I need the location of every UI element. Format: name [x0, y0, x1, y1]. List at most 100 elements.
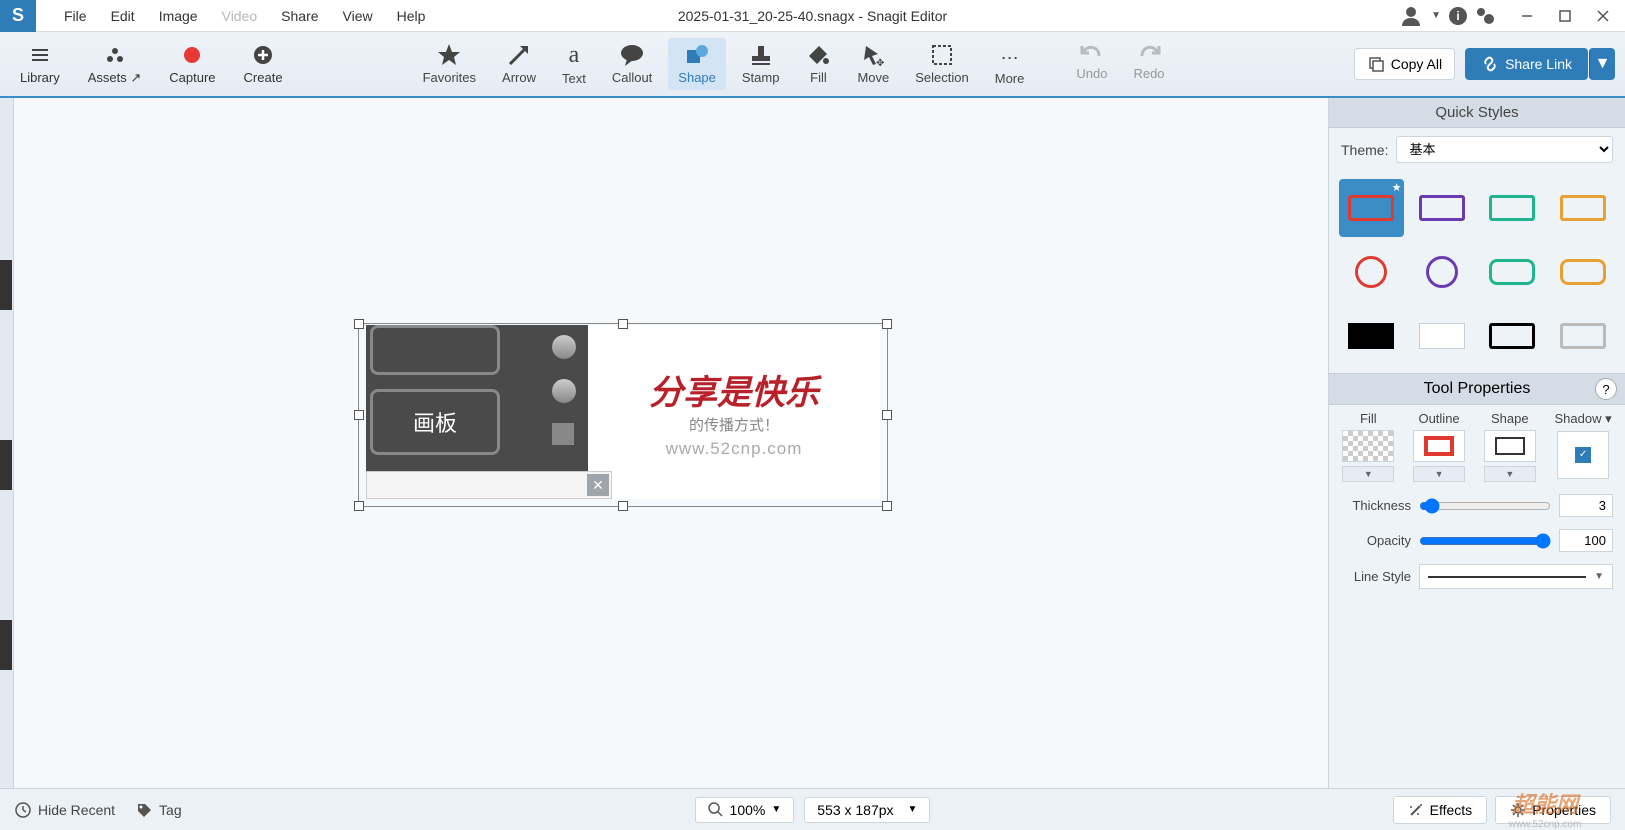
style-rect-teal[interactable]: [1480, 179, 1545, 237]
tool-move[interactable]: ✥Move: [847, 38, 899, 90]
style-rrect-teal[interactable]: [1480, 243, 1545, 301]
create-button[interactable]: Create: [234, 39, 293, 90]
handle-sw[interactable]: [354, 501, 364, 511]
style-rect-purple[interactable]: [1410, 179, 1475, 237]
tool-selection[interactable]: Selection: [905, 38, 978, 90]
menu-share[interactable]: Share: [269, 2, 330, 30]
style-rect-black[interactable]: [1480, 307, 1545, 365]
minimize-button[interactable]: [1513, 2, 1541, 30]
handle-se[interactable]: [882, 501, 892, 511]
close-icon[interactable]: ✕: [587, 474, 609, 496]
arrow-icon: [506, 42, 532, 68]
linestyle-select[interactable]: ▼: [1419, 564, 1613, 589]
notifications-icon[interactable]: [1475, 6, 1495, 26]
menu-image[interactable]: Image: [147, 2, 210, 30]
handle-n[interactable]: [618, 319, 628, 329]
tool-shape[interactable]: Shape: [668, 38, 726, 90]
info-icon[interactable]: i: [1449, 7, 1467, 25]
style-rrect-orange[interactable]: [1551, 243, 1616, 301]
zoom-control[interactable]: 100% ▼: [695, 797, 795, 823]
help-button[interactable]: ?: [1595, 378, 1617, 400]
user-icon[interactable]: [1399, 4, 1423, 28]
dimensions-display[interactable]: 553 x 187px ▼: [804, 797, 930, 823]
caret-down-icon: ▼: [771, 804, 781, 815]
shape-icon: [684, 42, 710, 68]
redo-icon: [1136, 42, 1162, 64]
tool-stamp[interactable]: Stamp: [732, 38, 790, 90]
opacity-value[interactable]: 100: [1559, 529, 1613, 552]
canvas[interactable]: 画板 分享是快乐 的传播方式！ www.52cnp.com ✕: [14, 98, 1328, 788]
library-button[interactable]: Library: [10, 39, 70, 90]
outline-dropdown[interactable]: ▼: [1413, 466, 1465, 482]
redo-button[interactable]: Redo: [1123, 38, 1174, 90]
menu-edit[interactable]: Edit: [99, 2, 147, 30]
menu-help[interactable]: Help: [385, 2, 438, 30]
linestyle-row: Line Style ▼: [1329, 558, 1625, 595]
shape-dropdown[interactable]: ▼: [1484, 466, 1536, 482]
app-logo: S: [0, 0, 36, 32]
text-icon: a: [569, 42, 580, 69]
thickness-slider[interactable]: [1419, 498, 1551, 514]
style-fill-black[interactable]: [1339, 307, 1404, 365]
properties-row: Fill ▼ Outline ▼ Shape ▼ Shadow ▾ ✓: [1329, 405, 1625, 488]
undo-button[interactable]: Undo: [1066, 38, 1117, 90]
tool-arrow[interactable]: Arrow: [492, 38, 546, 90]
theme-select[interactable]: 基本: [1396, 136, 1613, 163]
library-label: Library: [20, 70, 60, 85]
assets-button[interactable]: Assets ↗: [78, 39, 152, 90]
opacity-slider[interactable]: [1419, 533, 1551, 549]
copy-all-button[interactable]: Copy All: [1354, 48, 1455, 80]
quick-styles-header: Quick Styles: [1329, 98, 1625, 128]
handle-nw[interactable]: [354, 319, 364, 329]
style-rect-orange[interactable]: [1551, 179, 1616, 237]
favorite-star-icon: ★: [1392, 181, 1402, 194]
clock-icon: [14, 801, 32, 819]
shadow-grid[interactable]: ✓: [1557, 431, 1609, 479]
maximize-button[interactable]: [1551, 2, 1579, 30]
svg-text:✥: ✥: [876, 58, 884, 68]
left-gutter[interactable]: [0, 98, 14, 788]
handle-ne[interactable]: [882, 319, 892, 329]
shape-swatch[interactable]: [1484, 430, 1536, 462]
menu-file[interactable]: File: [52, 2, 99, 30]
tool-callout[interactable]: Callout: [602, 38, 662, 90]
thickness-row: Thickness 3: [1329, 488, 1625, 523]
effects-button[interactable]: Effects: [1393, 796, 1488, 824]
fill-swatch[interactable]: [1342, 430, 1394, 462]
toolbar: Library Assets ↗ Capture Create Favorite…: [0, 32, 1625, 98]
bottom-bar: Hide Recent Tag 100% ▼ 553 x 187px ▼ Eff…: [0, 788, 1625, 830]
handle-w[interactable]: [354, 410, 364, 420]
style-circle-purple[interactable]: [1410, 243, 1475, 301]
handle-s[interactable]: [618, 501, 628, 511]
share-dropdown[interactable]: ▼: [1589, 48, 1615, 80]
caret-down-icon: ▼: [908, 804, 918, 815]
tool-text[interactable]: aText: [552, 38, 596, 90]
tool-fill[interactable]: Fill: [795, 38, 841, 90]
tool-more[interactable]: ⋯More: [985, 38, 1035, 90]
handle-e[interactable]: [882, 410, 892, 420]
style-circle-red[interactable]: [1339, 243, 1404, 301]
assets-label: Assets ↗: [88, 70, 142, 86]
menu-view[interactable]: View: [331, 2, 385, 30]
hide-recent-button[interactable]: Hide Recent: [14, 801, 115, 819]
thumbnail-hints: [0, 260, 14, 670]
style-rect-red[interactable]: ★: [1339, 179, 1404, 237]
close-button[interactable]: [1589, 2, 1617, 30]
fill-dropdown[interactable]: ▼: [1342, 466, 1394, 482]
tool-favorites[interactable]: Favorites: [413, 38, 486, 90]
selected-image[interactable]: 画板 分享是快乐 的传播方式！ www.52cnp.com ✕: [354, 319, 892, 511]
capture-button[interactable]: Capture: [159, 39, 225, 90]
outline-swatch[interactable]: [1413, 430, 1465, 462]
style-fill-white[interactable]: [1410, 307, 1475, 365]
tag-button[interactable]: Tag: [135, 801, 182, 819]
style-rect-gray[interactable]: [1551, 307, 1616, 365]
library-icon: [28, 43, 52, 67]
more-icon: ⋯: [1001, 48, 1019, 69]
share-link-button[interactable]: Share Link: [1465, 48, 1588, 80]
star-icon: [436, 42, 462, 68]
wand-icon: [1408, 802, 1424, 818]
properties-button[interactable]: Properties: [1495, 796, 1611, 824]
thickness-value[interactable]: 3: [1559, 494, 1613, 517]
zoom-icon: [708, 802, 724, 818]
caret-down-icon[interactable]: ▼: [1431, 10, 1441, 21]
